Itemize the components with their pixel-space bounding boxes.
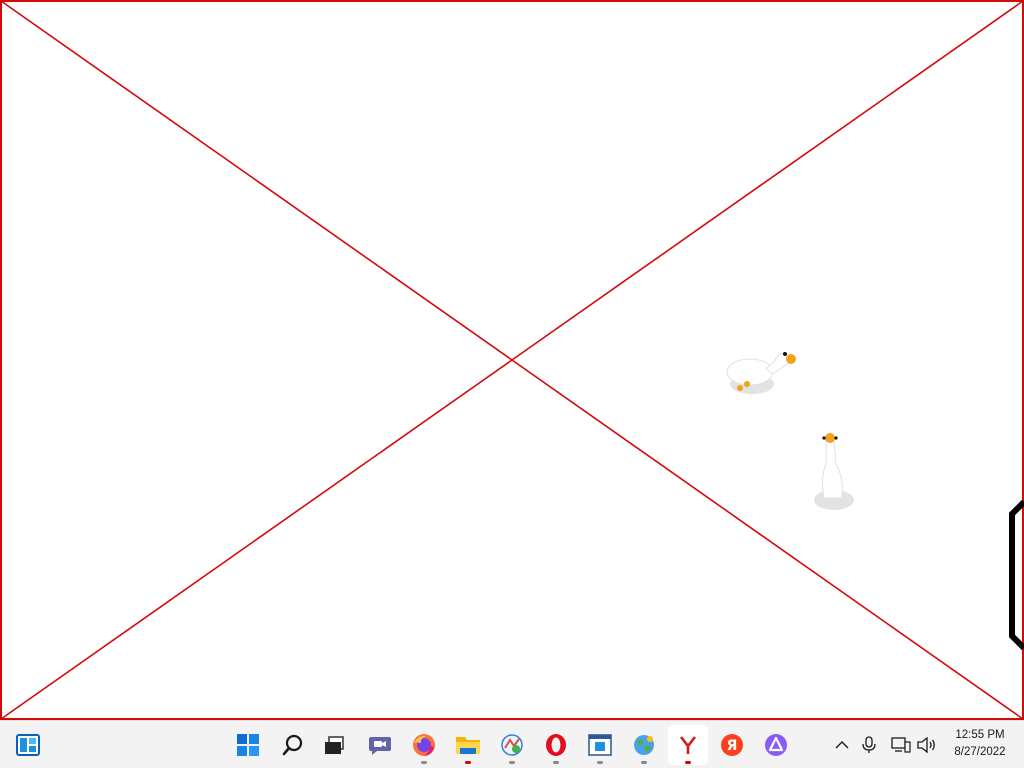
firefox-icon	[413, 734, 435, 756]
running-indicator	[421, 761, 427, 764]
taskbar: Я 12:55 PM 8/27/2022	[0, 720, 1024, 768]
start-button[interactable]	[228, 725, 268, 765]
clock[interactable]: 12:55 PM 8/27/2022	[944, 727, 1016, 763]
clock-date: 8/27/2022	[954, 746, 1006, 758]
globe-app-icon	[634, 735, 654, 755]
microphone-button[interactable]	[856, 729, 882, 761]
speaker-icon	[917, 737, 935, 753]
app-button-1[interactable]	[492, 725, 532, 765]
goose-standing-icon[interactable]	[810, 428, 858, 514]
running-indicator	[553, 761, 559, 764]
broken-image-placeholder	[0, 0, 1024, 720]
alice-button[interactable]	[756, 725, 796, 765]
desktop	[0, 0, 1024, 720]
widgets-icon	[16, 734, 40, 756]
volume-button[interactable]	[914, 729, 940, 761]
chevron-up-icon	[835, 741, 849, 749]
edge-partial-shape	[1009, 500, 1024, 650]
app-window-icon	[588, 734, 612, 756]
running-indicator	[685, 761, 691, 764]
yandex-button[interactable]: Я	[712, 725, 752, 765]
task-view-icon	[325, 736, 344, 754]
firefox-button[interactable]	[404, 725, 444, 765]
search-button[interactable]	[273, 725, 313, 765]
opera-button[interactable]	[536, 725, 576, 765]
yandex-browser-button[interactable]	[668, 725, 708, 765]
task-view-button[interactable]	[314, 725, 354, 765]
windows-logo-icon	[237, 734, 259, 756]
svg-text:Я: Я	[727, 738, 738, 754]
network-button[interactable]	[888, 729, 914, 761]
app-window-button[interactable]	[580, 725, 620, 765]
running-indicator	[465, 761, 471, 764]
microphone-icon	[862, 736, 876, 753]
goose-walking-icon[interactable]	[722, 346, 798, 400]
yandex-icon: Я	[721, 734, 743, 756]
teams-chat-icon	[369, 737, 391, 755]
file-explorer-button[interactable]	[448, 725, 488, 765]
chat-button[interactable]	[360, 725, 400, 765]
widgets-button[interactable]	[8, 725, 48, 765]
show-hidden-icons-button[interactable]	[829, 729, 855, 761]
running-indicator	[597, 761, 603, 764]
yandex-browser-icon	[679, 736, 697, 754]
colorful-app-icon	[501, 734, 523, 756]
alice-assistant-icon	[765, 734, 787, 756]
network-icon	[891, 737, 911, 753]
folder-icon	[456, 737, 480, 754]
running-indicator	[641, 761, 647, 764]
running-indicator	[509, 761, 515, 764]
clock-time: 12:55 PM	[955, 729, 1005, 741]
app-globe-button[interactable]	[624, 725, 664, 765]
search-icon	[282, 734, 303, 756]
opera-icon	[546, 734, 566, 756]
